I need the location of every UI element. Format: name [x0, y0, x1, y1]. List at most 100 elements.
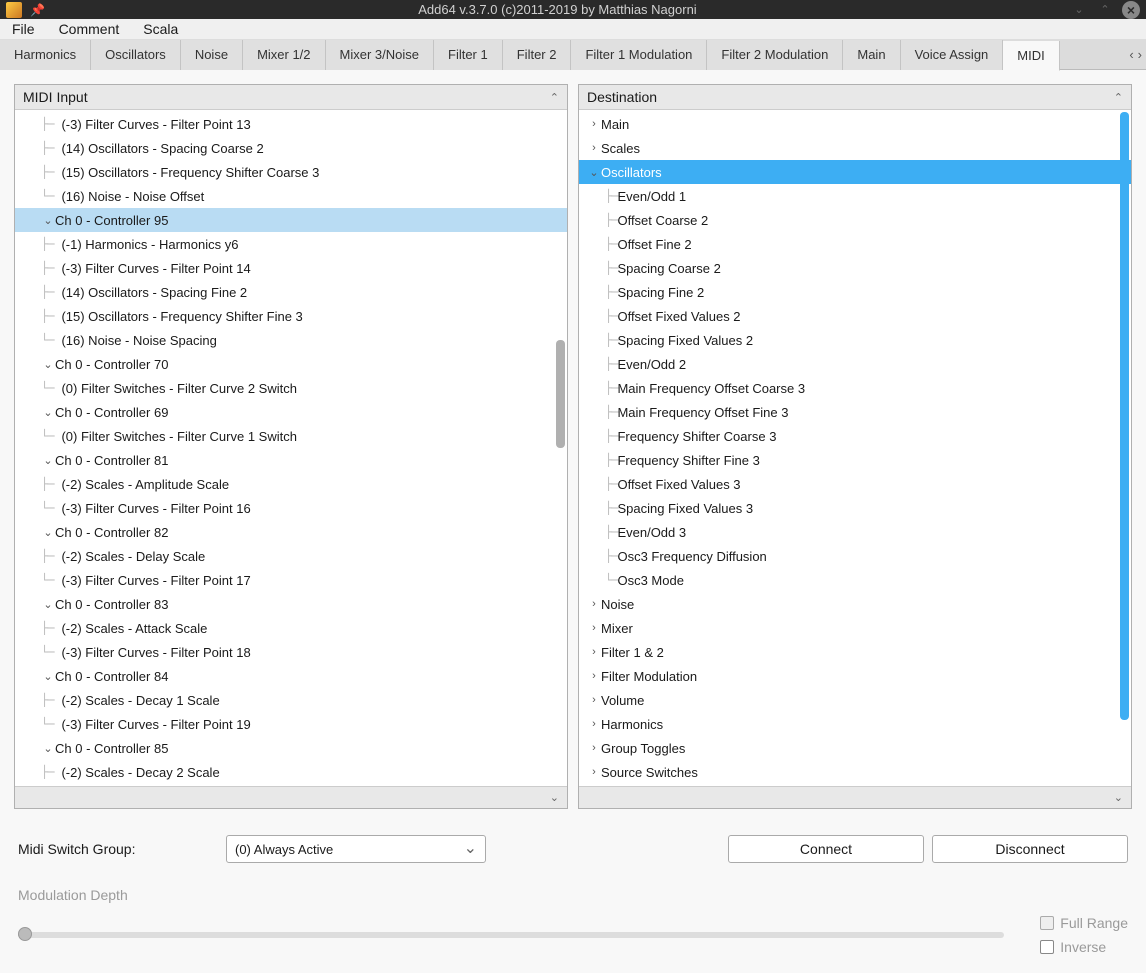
chevron-right-icon[interactable]: ›: [587, 598, 601, 610]
chevron-right-icon[interactable]: ›: [587, 766, 601, 778]
tree-leaf[interactable]: ├─ Offset Fixed Values 2: [579, 304, 1131, 328]
tree-leaf[interactable]: └─ Osc3 Mode: [579, 568, 1131, 592]
tree-leaf[interactable]: └─ (0) Filter Switches - Filter Curve 2 …: [15, 376, 567, 400]
tree-node[interactable]: › Scales: [579, 136, 1131, 160]
tree-leaf[interactable]: ├─ (-1) Harmonics - Harmonics y6: [15, 232, 567, 256]
tree-node[interactable]: ⌄ Ch 0 - Controller 69: [15, 400, 567, 424]
tab-harmonics[interactable]: Harmonics: [0, 40, 91, 70]
chevron-down-icon[interactable]: ⌄: [41, 742, 55, 755]
tree-node[interactable]: › Mixer: [579, 616, 1131, 640]
tab-mixer-3-noise[interactable]: Mixer 3/Noise: [326, 40, 434, 70]
tree-node[interactable]: › Harmonics: [579, 712, 1131, 736]
chevron-down-icon[interactable]: ⌄: [41, 358, 55, 371]
tree-leaf[interactable]: ├─ Spacing Coarse 2: [579, 256, 1131, 280]
tree-node[interactable]: ⌄ Ch 0 - Controller 70: [15, 352, 567, 376]
tree-leaf[interactable]: ├─ Main Frequency Offset Coarse 3: [579, 376, 1131, 400]
disconnect-button[interactable]: Disconnect: [932, 835, 1128, 863]
tree-leaf[interactable]: ├─ Even/Odd 2: [579, 352, 1131, 376]
tree-leaf[interactable]: └─ (-3) Filter Curves - Filter Point 18: [15, 640, 567, 664]
tree-leaf[interactable]: ├─ Offset Fixed Values 3: [579, 472, 1131, 496]
tree-node[interactable]: › Noise: [579, 592, 1131, 616]
chevron-right-icon[interactable]: ›: [587, 118, 601, 130]
tree-leaf[interactable]: ├─ Spacing Fixed Values 3: [579, 496, 1131, 520]
tree-leaf[interactable]: ├─ Frequency Shifter Coarse 3: [579, 424, 1131, 448]
tree-leaf[interactable]: └─ (-3) Filter Curves - Filter Point 17: [15, 568, 567, 592]
inverse-checkbox[interactable]: Inverse: [1040, 939, 1106, 955]
tree-node[interactable]: › Filter 1 & 2: [579, 640, 1131, 664]
tab-scroll-right-icon[interactable]: ›: [1138, 47, 1142, 62]
chevron-right-icon[interactable]: ›: [587, 142, 601, 154]
tab-main[interactable]: Main: [843, 40, 900, 70]
tree-leaf[interactable]: └─ (16) Noise - Noise Offset: [15, 184, 567, 208]
scroll-down-icon[interactable]: ⌄: [550, 791, 559, 804]
tree-leaf[interactable]: ├─ Spacing Fine 2: [579, 280, 1131, 304]
tree-node[interactable]: › Volume: [579, 688, 1131, 712]
tree-leaf[interactable]: ├─ (-2) Scales - Delay Scale: [15, 544, 567, 568]
tree-leaf[interactable]: ├─ (14) Oscillators - Spacing Fine 2: [15, 280, 567, 304]
tree-leaf[interactable]: ├─ Even/Odd 1: [579, 184, 1131, 208]
chevron-down-icon[interactable]: ⌄: [41, 526, 55, 539]
tree-leaf[interactable]: ├─ Main Frequency Offset Fine 3: [579, 400, 1131, 424]
scrollbar[interactable]: [555, 110, 566, 786]
menu-comment[interactable]: Comment: [59, 21, 120, 37]
tree-node[interactable]: ⌄ Ch 0 - Controller 81: [15, 448, 567, 472]
menu-scala[interactable]: Scala: [143, 21, 178, 37]
tree-leaf[interactable]: ├─ (-2) Scales - Attack Scale: [15, 616, 567, 640]
tree-leaf[interactable]: ├─ (-3) Filter Curves - Filter Point 13: [15, 112, 567, 136]
maximize-icon[interactable]: ⌃: [1096, 1, 1114, 19]
full-range-checkbox[interactable]: Full Range: [1040, 915, 1128, 931]
tree-leaf[interactable]: ├─ (-2) Scales - Decay 2 Scale: [15, 760, 567, 784]
tab-noise[interactable]: Noise: [181, 40, 243, 70]
tree-node[interactable]: › Filter Modulation: [579, 664, 1131, 688]
tab-filter-2-modulation[interactable]: Filter 2 Modulation: [707, 40, 843, 70]
tree-leaf[interactable]: ├─ (-2) Scales - Amplitude Scale: [15, 472, 567, 496]
tab-mixer-1-2[interactable]: Mixer 1/2: [243, 40, 325, 70]
scrollbar[interactable]: [1119, 110, 1130, 786]
tree-leaf[interactable]: ├─ Offset Fine 2: [579, 232, 1131, 256]
tree-leaf[interactable]: ├─ (15) Oscillators - Frequency Shifter …: [15, 304, 567, 328]
scroll-up-icon[interactable]: ⌃: [1114, 91, 1123, 104]
chevron-down-icon[interactable]: ⌄: [41, 670, 55, 683]
chevron-right-icon[interactable]: ›: [587, 718, 601, 730]
tree-node[interactable]: ⌄ Ch 0 - Controller 95: [15, 208, 567, 232]
midi-input-tree[interactable]: ├─ (-3) Filter Curves - Filter Point 13├…: [15, 110, 567, 786]
modulation-depth-slider[interactable]: [18, 932, 1004, 938]
connect-button[interactable]: Connect: [728, 835, 924, 863]
chevron-down-icon[interactable]: ⌄: [41, 406, 55, 419]
tree-leaf[interactable]: ├─ Even/Odd 3: [579, 520, 1131, 544]
pin-icon[interactable]: 📌: [30, 3, 45, 17]
tab-scroll-left-icon[interactable]: ‹: [1129, 47, 1133, 62]
scroll-up-icon[interactable]: ⌃: [550, 91, 559, 104]
tree-leaf[interactable]: └─ (16) Noise - Noise Spacing: [15, 328, 567, 352]
chevron-down-icon[interactable]: ⌄: [41, 214, 55, 227]
close-icon[interactable]: ×: [1122, 1, 1140, 19]
tab-oscillators[interactable]: Oscillators: [91, 40, 181, 70]
tab-midi[interactable]: MIDI: [1003, 41, 1059, 71]
tree-leaf[interactable]: └─ (-3) Filter Curves - Filter Point 19: [15, 712, 567, 736]
tree-leaf[interactable]: ├─ (-3) Filter Curves - Filter Point 14: [15, 256, 567, 280]
tree-node[interactable]: ⌄ Ch 0 - Controller 83: [15, 592, 567, 616]
tree-node[interactable]: › Group Toggles: [579, 736, 1131, 760]
tree-leaf[interactable]: ├─ (15) Oscillators - Frequency Shifter …: [15, 160, 567, 184]
tree-leaf[interactable]: └─ (-3) Filter Curves - Filter Point 16: [15, 496, 567, 520]
tree-node[interactable]: › Main: [579, 112, 1131, 136]
tab-filter-1[interactable]: Filter 1: [434, 40, 503, 70]
tab-filter-1-modulation[interactable]: Filter 1 Modulation: [571, 40, 707, 70]
menu-file[interactable]: File: [12, 21, 35, 37]
chevron-right-icon[interactable]: ›: [587, 622, 601, 634]
tree-leaf[interactable]: ├─ Spacing Fixed Values 2: [579, 328, 1131, 352]
chevron-right-icon[interactable]: ›: [587, 742, 601, 754]
chevron-down-icon[interactable]: ⌄: [587, 166, 601, 179]
chevron-right-icon[interactable]: ›: [587, 670, 601, 682]
slider-thumb[interactable]: [18, 927, 32, 941]
tree-node[interactable]: ⌄ Ch 0 - Controller 82: [15, 520, 567, 544]
chevron-right-icon[interactable]: ›: [587, 694, 601, 706]
midi-switch-group-select[interactable]: (0) Always Active: [226, 835, 486, 863]
destination-tree[interactable]: › Main› Scales⌄ Oscillators├─ Even/Odd 1…: [579, 110, 1131, 786]
tree-node[interactable]: ⌄ Ch 0 - Controller 85: [15, 736, 567, 760]
tree-leaf[interactable]: ├─ (14) Oscillators - Spacing Coarse 2: [15, 136, 567, 160]
tree-node[interactable]: ⌄ Ch 0 - Controller 84: [15, 664, 567, 688]
minimize-icon[interactable]: ⌄: [1070, 1, 1088, 19]
tree-leaf[interactable]: └─ (0) Filter Switches - Filter Curve 1 …: [15, 424, 567, 448]
chevron-right-icon[interactable]: ›: [587, 646, 601, 658]
